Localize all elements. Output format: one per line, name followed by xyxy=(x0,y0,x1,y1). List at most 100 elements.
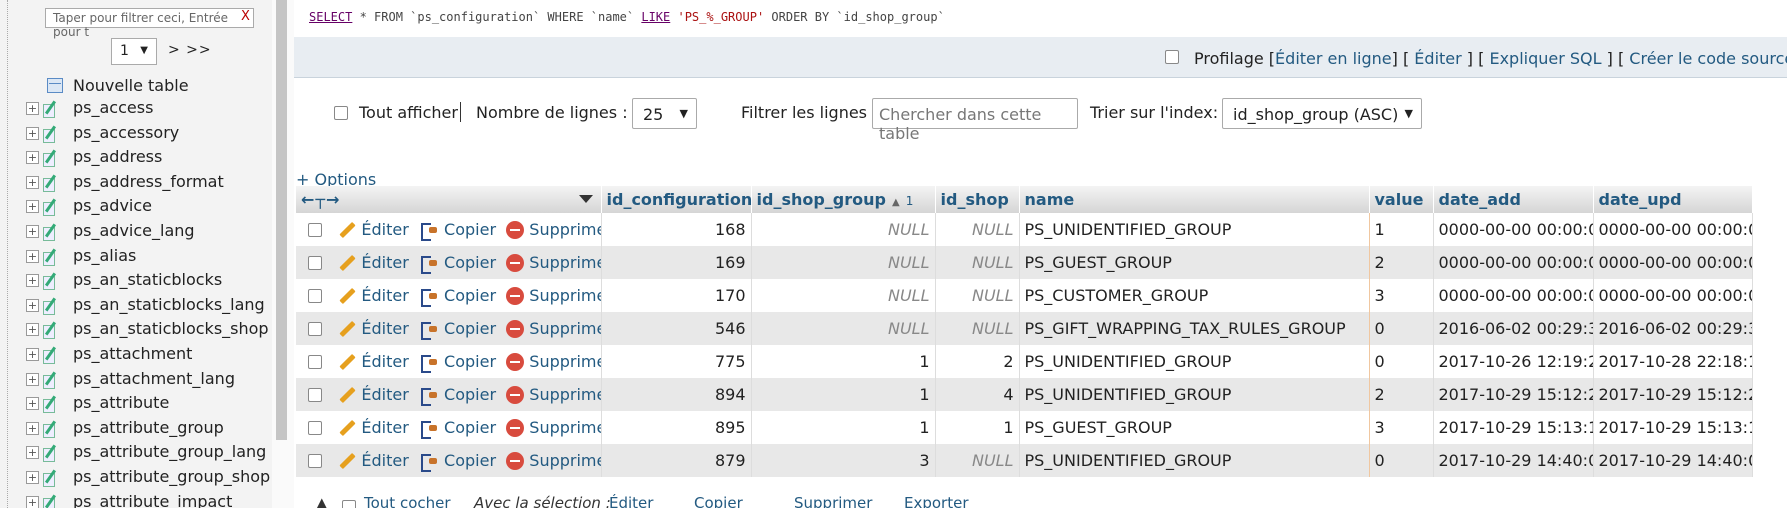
expand-icon[interactable]: + xyxy=(26,421,39,435)
cell-date-add[interactable]: 0000-00-00 00:00:00 xyxy=(1433,213,1594,246)
row-edit-label[interactable]: Éditer xyxy=(361,451,408,470)
cell-date-add[interactable]: 2016-06-02 00:29:37 xyxy=(1433,312,1594,345)
cell-date-add[interactable]: 2017-10-29 15:13:12 xyxy=(1433,411,1594,444)
cell-id-configuration[interactable]: 169 xyxy=(601,246,752,279)
row-copy-label[interactable]: Copier xyxy=(444,385,496,404)
edit-inline-link[interactable]: Éditer en ligne xyxy=(1275,49,1392,68)
cell-id-configuration[interactable]: 170 xyxy=(601,279,752,312)
cell-id-configuration[interactable]: 894 xyxy=(601,378,752,411)
rows-count-select[interactable]: 25 ▼ xyxy=(632,98,697,129)
row-delete-label[interactable]: Supprimer xyxy=(529,220,600,239)
row-copy-button[interactable]: Copier xyxy=(419,253,496,275)
nav-table-label[interactable]: ps_an_staticblocks_lang xyxy=(73,295,265,314)
navigation-scrollbar[interactable] xyxy=(276,0,287,440)
column-header-label[interactable]: id_configuration xyxy=(607,190,753,209)
row-edit-button[interactable]: Éditer xyxy=(337,352,408,371)
column-header-label[interactable]: value xyxy=(1375,190,1424,209)
cell-id-shop[interactable]: NULL xyxy=(935,279,1020,312)
row-delete-button[interactable]: Supprimer xyxy=(506,451,600,471)
cell-date-add[interactable]: 2017-10-29 14:40:03 xyxy=(1433,444,1594,477)
cell-id-shop[interactable]: 4 xyxy=(935,378,1020,411)
cell-id-shop-group[interactable]: NULL xyxy=(751,312,936,345)
column-header-label[interactable]: date_add xyxy=(1439,190,1521,209)
create-php-link[interactable]: Créer le code source PHP xyxy=(1629,49,1787,68)
cell-id-configuration[interactable]: 546 xyxy=(601,312,752,345)
table-filter-input[interactable]: Taper pour filtrer ceci, Entrée pour t xyxy=(45,8,254,39)
cell-id-shop-group[interactable]: NULL xyxy=(751,246,936,279)
cell-id-shop-group[interactable]: 1 xyxy=(751,378,936,411)
row-edit-label[interactable]: Éditer xyxy=(361,286,408,305)
column-header-date-upd[interactable]: date_upd xyxy=(1593,186,1753,213)
row-checkbox[interactable] xyxy=(308,355,322,370)
next-page-link[interactable]: > >> xyxy=(168,42,212,58)
cell-date-upd[interactable]: 0000-00-00 00:00:00 xyxy=(1593,279,1753,312)
row-checkbox[interactable] xyxy=(308,256,322,271)
expand-icon[interactable]: + xyxy=(26,495,39,508)
row-delete-button[interactable]: Supprimer xyxy=(506,385,600,405)
row-copy-label[interactable]: Copier xyxy=(444,352,496,371)
cell-id-shop-group[interactable]: NULL xyxy=(751,213,936,246)
expand-icon[interactable]: + xyxy=(26,102,39,115)
cell-date-upd[interactable]: 2017-10-29 14:40:03 xyxy=(1593,444,1753,477)
nav-table-label[interactable]: ps_an_staticblocks xyxy=(73,270,222,289)
nav-table-label[interactable]: ps_an_staticblocks_shop xyxy=(73,319,269,338)
expand-icon[interactable]: + xyxy=(26,446,39,460)
nav-table-label[interactable]: ps_access xyxy=(73,98,153,117)
cell-date-upd[interactable]: 0000-00-00 00:00:00 xyxy=(1593,246,1753,279)
expand-icon[interactable]: + xyxy=(26,471,39,484)
cell-date-add[interactable]: 2017-10-29 15:12:28 xyxy=(1433,378,1594,411)
cell-id-shop-group[interactable]: 3 xyxy=(751,444,936,477)
cell-value[interactable]: 3 xyxy=(1369,279,1434,312)
nav-table-label[interactable]: ps_attachment xyxy=(73,344,192,363)
row-edit-label[interactable]: Éditer xyxy=(361,220,408,239)
row-checkbox[interactable] xyxy=(308,388,322,403)
nav-table-label[interactable]: ps_alias xyxy=(73,246,136,265)
row-checkbox[interactable] xyxy=(308,223,322,238)
row-copy-button[interactable]: Copier xyxy=(419,220,496,242)
sql-keyword-select[interactable]: SELECT xyxy=(309,10,352,24)
cell-value[interactable]: 0 xyxy=(1369,444,1434,477)
cell-id-shop[interactable]: NULL xyxy=(935,213,1020,246)
column-menu-icon[interactable] xyxy=(578,195,593,203)
row-edit-label[interactable]: Éditer xyxy=(361,418,408,437)
column-header-id-shop[interactable]: id_shop xyxy=(935,186,1020,213)
row-delete-label[interactable]: Supprimer xyxy=(529,286,600,305)
cell-name[interactable]: PS_GUEST_GROUP xyxy=(1018,411,1370,444)
bulk-delete-button[interactable]: Supprimer xyxy=(794,494,872,508)
row-edit-label[interactable]: Éditer xyxy=(361,385,408,404)
profiling-checkbox[interactable] xyxy=(1165,50,1179,64)
row-copy-button[interactable]: Copier xyxy=(419,286,496,308)
cell-id-shop[interactable]: NULL xyxy=(935,246,1020,279)
row-copy-button[interactable]: Copier xyxy=(419,418,496,440)
nav-table-label[interactable]: ps_address_format xyxy=(73,172,224,191)
cell-name[interactable]: PS_UNIDENTIFIED_GROUP xyxy=(1018,444,1370,477)
nav-table-label[interactable]: ps_attribute_group_lang xyxy=(73,442,266,461)
cell-name[interactable]: PS_UNIDENTIFIED_GROUP xyxy=(1018,345,1370,378)
expand-icon[interactable]: + xyxy=(26,397,39,411)
resize-arrows-icon[interactable]: ←┬→ xyxy=(301,190,340,209)
row-checkbox[interactable] xyxy=(308,322,322,337)
cell-id-shop[interactable]: 2 xyxy=(935,345,1020,378)
row-edit-button[interactable]: Éditer xyxy=(337,451,408,470)
cell-value[interactable]: 0 xyxy=(1369,345,1434,378)
cell-name[interactable]: PS_UNIDENTIFIED_GROUP xyxy=(1018,213,1370,246)
row-copy-button[interactable]: Copier xyxy=(419,352,496,374)
row-delete-label[interactable]: Supprimer xyxy=(529,451,600,470)
cell-date-add[interactable]: 2017-10-26 12:19:24 xyxy=(1433,345,1594,378)
expand-icon[interactable]: + xyxy=(26,323,39,337)
bulk-copy-button[interactable]: Copier xyxy=(694,494,743,508)
nav-table-label[interactable]: ps_attribute xyxy=(73,393,169,412)
cell-id-configuration[interactable]: 775 xyxy=(601,345,752,378)
nav-table-label[interactable]: ps_attribute_group_shop xyxy=(73,467,270,486)
cell-name[interactable]: PS_GIFT_WRAPPING_TAX_RULES_GROUP xyxy=(1018,312,1370,345)
row-edit-button[interactable]: Éditer xyxy=(337,319,408,338)
row-edit-label[interactable]: Éditer xyxy=(361,352,408,371)
filter-rows-input[interactable]: Chercher dans cette table xyxy=(872,98,1078,143)
row-delete-label[interactable]: Supprimer xyxy=(529,418,600,437)
row-delete-label[interactable]: Supprimer xyxy=(529,319,600,338)
row-delete-button[interactable]: Supprimer xyxy=(506,286,600,306)
cell-value[interactable]: 1 xyxy=(1369,213,1434,246)
row-copy-label[interactable]: Copier xyxy=(444,253,496,272)
cell-id-shop[interactable]: 1 xyxy=(935,411,1020,444)
row-delete-button[interactable]: Supprimer xyxy=(506,319,600,339)
